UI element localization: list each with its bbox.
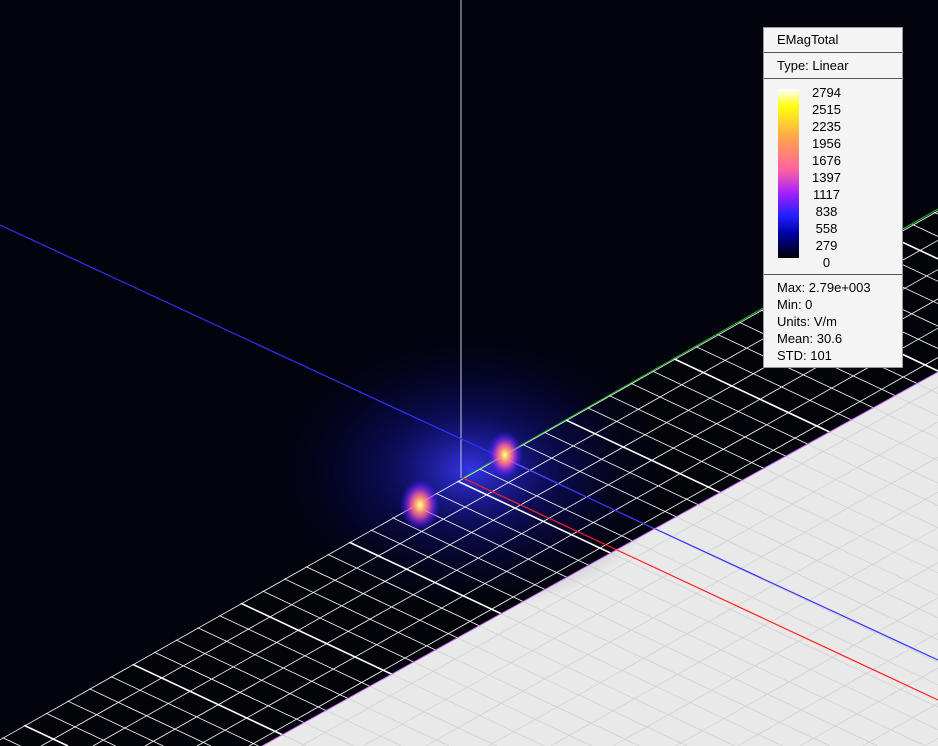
legend-scale: 2794 2515 2235 1956 1676 1397 1117 838 558 279 0 [764, 79, 902, 275]
legend-tick: 2794 [812, 85, 841, 100]
color-legend[interactable]: EMagTotal Type: Linear 2794 2515 2235 1956 1… [763, 27, 903, 368]
stat-max: Max: 2.79e+003 [777, 280, 871, 295]
legend-tick: 1956 [812, 136, 841, 151]
stat-mean: Mean: 30.6 [777, 331, 843, 346]
stat-std: STD: 101 [777, 348, 832, 363]
mesh-line [0, 210, 661, 389]
legend-tick: 1117 [813, 187, 840, 202]
legend-title: EMagTotal [764, 28, 902, 53]
legend-tick: 279 [815, 238, 838, 253]
hotspot-feed-left [400, 479, 440, 531]
legend-tick: 2235 [812, 119, 841, 134]
color-bar [778, 89, 799, 258]
legend-stats: Max: 2.79e+003 Min: 0 Units: V/m Mean: 3… [764, 275, 902, 364]
legend-tick: 558 [815, 221, 838, 236]
hotspot-feed-right [487, 431, 523, 479]
3d-viewport[interactable]: EMagTotal Type: Linear 2794 2515 2235 1956 1… [0, 0, 938, 746]
legend-tick: 1676 [812, 153, 841, 168]
legend-tick: 2515 [812, 102, 841, 117]
stat-units: Units: V/m [777, 314, 837, 329]
legend-tick: 838 [815, 204, 838, 219]
legend-type: Type: Linear [764, 53, 902, 79]
stat-min: Min: 0 [777, 297, 813, 312]
legend-ticks: 2794 2515 2235 1956 1676 1397 1117 838 558 279 0 [804, 84, 849, 271]
field-halo [270, 330, 670, 610]
legend-tick: 1397 [812, 170, 841, 185]
legend-tick: 0 [822, 255, 831, 270]
